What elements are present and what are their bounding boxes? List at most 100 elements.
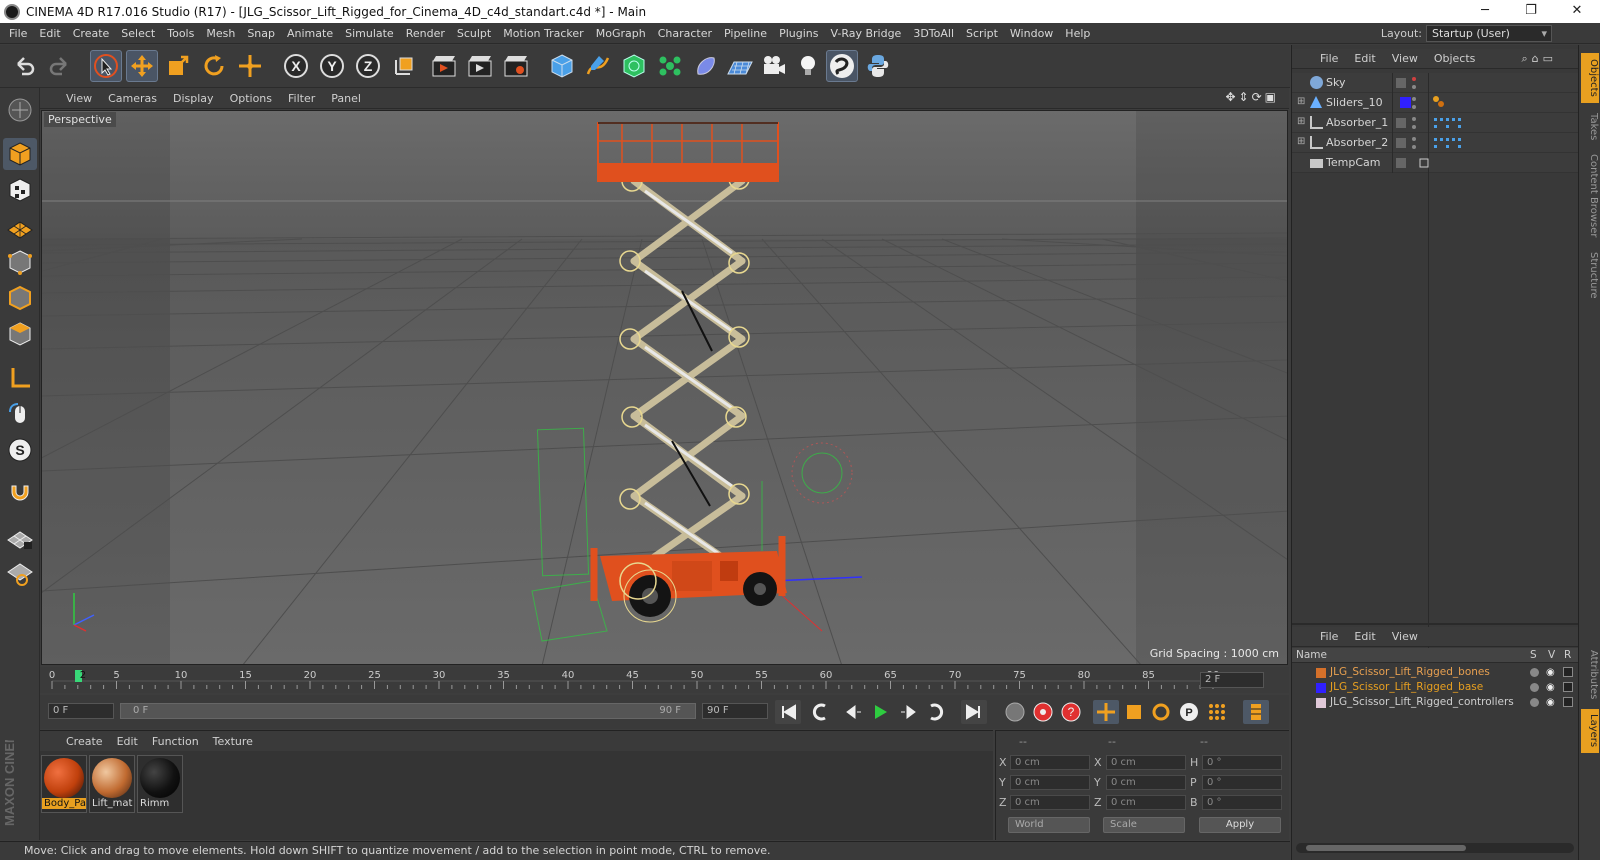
current-frame-field[interactable]: 2 F [1200, 672, 1264, 688]
tab-takes[interactable]: Takes [1581, 107, 1599, 147]
objects-menu-objects[interactable]: Objects [1434, 52, 1476, 65]
menu-window[interactable]: Window [1010, 27, 1053, 40]
menu-mesh[interactable]: Mesh [206, 27, 235, 40]
menu-tools[interactable]: Tools [167, 27, 194, 40]
polygons-mode-icon[interactable] [3, 318, 37, 350]
tab-structure[interactable]: Structure [1581, 245, 1599, 305]
play-icon[interactable] [875, 705, 887, 719]
viewport-menu-panel[interactable]: Panel [331, 92, 361, 105]
key-pla-icon[interactable] [1209, 704, 1225, 720]
scale-tool-icon[interactable] [162, 50, 194, 82]
workplane-lock-icon[interactable] [3, 522, 37, 554]
viewport-nav-icons[interactable]: ✥⇕⟳▣ [1225, 90, 1279, 104]
menu-create[interactable]: Create [73, 27, 110, 40]
edges-mode-icon[interactable] [3, 282, 37, 314]
camera-icon[interactable] [758, 50, 790, 82]
menu-vray-bridge[interactable]: V-Ray Bridge [830, 27, 901, 40]
objects-menu-file[interactable]: File [1320, 52, 1338, 65]
material-menu-create[interactable]: Create [66, 735, 103, 748]
layer-solo-toggle[interactable] [1530, 683, 1539, 692]
viewport-menu-filter[interactable]: Filter [288, 92, 315, 105]
tab-objects[interactable]: Objects [1581, 53, 1599, 103]
layers-menu-edit[interactable]: Edit [1354, 630, 1375, 643]
z-axis-lock-button[interactable]: Z [352, 50, 384, 82]
render-view-icon[interactable] [428, 50, 460, 82]
cloner-icon[interactable] [654, 50, 686, 82]
size-x-field[interactable]: 0 cm [1106, 755, 1186, 770]
previous-frame-icon[interactable] [846, 705, 861, 719]
viewport-3d[interactable]: Perspective Grid Spacing : 1000 cm [41, 110, 1288, 665]
menu-motion-tracker[interactable]: Motion Tracker [503, 27, 583, 40]
menu-sculpt[interactable]: Sculpt [457, 27, 491, 40]
menu-animate[interactable]: Animate [287, 27, 333, 40]
undo-icon[interactable] [8, 50, 40, 82]
size-y-field[interactable]: 0 cm [1106, 775, 1186, 790]
go-to-end-icon[interactable] [961, 700, 987, 724]
menu-pipeline[interactable]: Pipeline [724, 27, 767, 40]
deformer-icon[interactable] [690, 50, 722, 82]
layer-row-controllers[interactable]: JLG_Scissor_Lift_Rigged_controllers ◉ [1292, 695, 1579, 710]
eye-icon[interactable]: ◉ [1546, 697, 1555, 708]
expand-icon[interactable]: ⊞ [1297, 136, 1305, 147]
menu-file[interactable]: File [9, 27, 27, 40]
menu-script[interactable]: Script [966, 27, 998, 40]
vray-icon[interactable] [826, 50, 858, 82]
tab-attributes[interactable]: Attributes [1581, 645, 1599, 705]
workplane-mode-icon[interactable] [3, 210, 37, 242]
pos-x-field[interactable]: 0 cm [1010, 755, 1090, 770]
objects-menu-edit[interactable]: Edit [1354, 52, 1375, 65]
move-tool-icon[interactable] [126, 50, 158, 82]
next-key-icon[interactable] [930, 703, 944, 721]
layer-row-bones[interactable]: JLG_Scissor_Lift_Rigged_bones ◉ [1292, 665, 1579, 680]
menu-select[interactable]: Select [121, 27, 155, 40]
menu-edit[interactable]: Edit [39, 27, 60, 40]
render-picture-viewer-icon[interactable] [464, 50, 496, 82]
next-frame-icon[interactable] [901, 705, 916, 719]
expand-icon[interactable]: ⊞ [1297, 96, 1305, 107]
material-menu-function[interactable]: Function [152, 735, 199, 748]
apply-button[interactable]: Apply [1199, 817, 1281, 833]
material-lift[interactable]: Lift_mat [89, 755, 135, 813]
layers-menu-file[interactable]: File [1320, 630, 1338, 643]
transform-tool-icon[interactable] [234, 50, 266, 82]
menu-snap[interactable]: Snap [247, 27, 275, 40]
coord-system-dropdown[interactable]: World [1008, 817, 1090, 833]
eye-icon[interactable]: ◉ [1546, 682, 1555, 693]
timeline-window-icon[interactable] [1243, 700, 1269, 724]
layer-render-toggle[interactable] [1563, 682, 1573, 692]
pos-z-field[interactable]: 0 cm [1010, 795, 1090, 810]
menu-mograph[interactable]: MoGraph [596, 27, 646, 40]
key-scale-icon[interactable] [1127, 705, 1141, 719]
coordinate-system-icon[interactable] [388, 50, 420, 82]
objects-menu-view[interactable]: View [1392, 52, 1418, 65]
pos-y-field[interactable]: 0 cm [1010, 775, 1090, 790]
menu-help[interactable]: Help [1065, 27, 1090, 40]
layer-solo-toggle[interactable] [1530, 668, 1539, 677]
python-icon[interactable] [862, 50, 894, 82]
material-menu-texture[interactable]: Texture [213, 735, 253, 748]
y-axis-lock-button[interactable]: Y [316, 50, 348, 82]
layer-render-toggle[interactable] [1563, 667, 1573, 677]
key-position-icon[interactable] [1093, 700, 1119, 724]
end-frame-field[interactable]: 90 F [702, 703, 768, 719]
redo-icon[interactable] [44, 50, 76, 82]
layout-dropdown[interactable]: Startup (User) [1426, 25, 1552, 42]
axis-mode-icon[interactable] [3, 362, 37, 394]
texture-mode-icon[interactable] [3, 174, 37, 206]
subdivision-surface-icon[interactable] [618, 50, 650, 82]
viewport-menu-options[interactable]: Options [230, 92, 272, 105]
magnet-icon[interactable] [3, 478, 37, 510]
frame-range-slider[interactable]: 0 F 90 F [120, 703, 696, 719]
restore-button[interactable]: ❐ [1508, 0, 1554, 23]
eye-icon[interactable]: ◉ [1546, 667, 1555, 678]
render-settings-icon[interactable] [500, 50, 532, 82]
menu-3dtoall[interactable]: 3DToAll [913, 27, 954, 40]
close-button[interactable]: ✕ [1554, 0, 1600, 23]
make-editable-icon[interactable] [3, 94, 37, 126]
viewport-camera-label[interactable]: Perspective [44, 112, 116, 127]
object-manager-tools-icon[interactable]: ⌕⌂▭ [1521, 52, 1557, 66]
layer-scrollbar[interactable] [1296, 843, 1574, 853]
x-axis-lock-button[interactable]: X [280, 50, 312, 82]
layer-row-base[interactable]: JLG_Scissor_Lift_Rigged_base ◉ [1292, 680, 1579, 695]
layer-solo-toggle[interactable] [1530, 698, 1539, 707]
